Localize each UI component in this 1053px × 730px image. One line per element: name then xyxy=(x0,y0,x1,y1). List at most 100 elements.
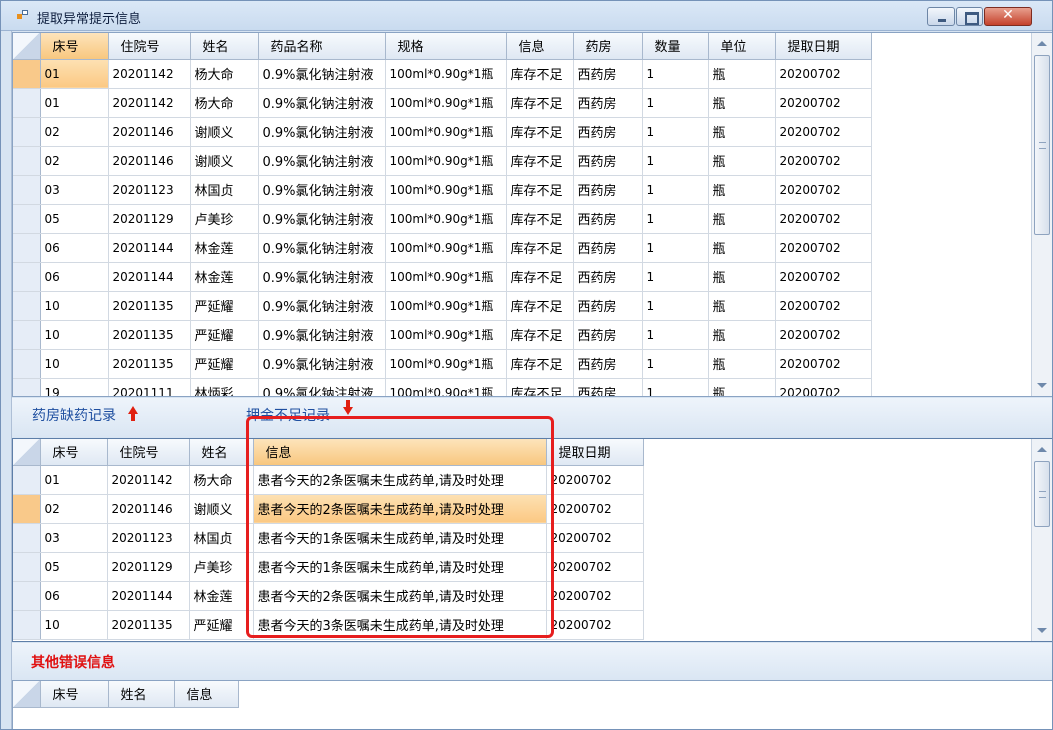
cell-pharmacy[interactable]: 西药房 xyxy=(573,204,643,234)
cell-admission-no[interactable]: 20201144 xyxy=(107,581,190,611)
cell-spec[interactable]: 100ml*0.90g*1瓶 xyxy=(385,349,507,379)
scroll-down-icon[interactable] xyxy=(1037,628,1047,633)
other-errors-grid[interactable]: 床号 姓名 信息 xyxy=(12,680,1052,729)
cell-name[interactable]: 林金莲 xyxy=(190,262,259,292)
cell-bed[interactable]: 05 xyxy=(40,552,108,582)
cell-unit[interactable]: 瓶 xyxy=(708,291,776,321)
cell-admission-no[interactable]: 20201123 xyxy=(107,523,190,553)
cell-info[interactable]: 库存不足 xyxy=(506,291,574,321)
row-header[interactable] xyxy=(13,88,41,118)
cell-bed[interactable]: 06 xyxy=(40,262,109,292)
cell-name[interactable]: 杨大命 xyxy=(190,59,259,89)
cell-unit[interactable]: 瓶 xyxy=(708,262,776,292)
row-header[interactable] xyxy=(13,291,41,321)
cell-name[interactable]: 谢顺义 xyxy=(189,494,254,524)
cell-name[interactable]: 林金莲 xyxy=(189,581,254,611)
cell-quantity[interactable]: 1 xyxy=(642,146,709,176)
cell-bed[interactable]: 10 xyxy=(40,349,109,379)
cell-date[interactable]: 20200702 xyxy=(775,320,872,350)
cell-quantity[interactable]: 1 xyxy=(642,320,709,350)
select-all-corner[interactable] xyxy=(13,681,41,708)
cell-drug-name[interactable]: 0.9%氯化钠注射液 xyxy=(258,146,386,176)
table-row[interactable]: 10 20201135 严延耀 患者今天的3条医嘱未生成药单,请及时处理 2020070… xyxy=(13,610,644,640)
cell-drug-name[interactable]: 0.9%氯化钠注射液 xyxy=(258,291,386,321)
cell-unit[interactable]: 瓶 xyxy=(708,175,776,205)
cell-name[interactable]: 林国贞 xyxy=(190,175,259,205)
col-header-pharmacy[interactable]: 药房 xyxy=(573,33,643,60)
table-row[interactable]: 01 20201142 杨大命 0.9%氯化钠注射液 100ml*0.90g*1瓶 库存不… xyxy=(13,59,872,89)
cell-name[interactable]: 严延耀 xyxy=(190,291,259,321)
row-header[interactable] xyxy=(13,523,41,553)
cell-name[interactable]: 卢美珍 xyxy=(190,204,259,234)
deposit-shortage-link[interactable]: 押金不足记录 xyxy=(246,405,330,425)
col-header-drug-name[interactable]: 药品名称 xyxy=(258,33,386,60)
col-header-name[interactable]: 姓名 xyxy=(190,33,259,60)
cell-date[interactable]: 20200702 xyxy=(546,465,644,495)
cell-drug-name[interactable]: 0.9%氯化钠注射液 xyxy=(258,204,386,234)
col-header-name[interactable]: 姓名 xyxy=(108,681,175,708)
select-all-corner[interactable] xyxy=(13,33,41,60)
cell-bed[interactable]: 03 xyxy=(40,523,108,553)
table-row[interactable]: 10 20201135 严延耀 0.9%氯化钠注射液 100ml*0.90g*1瓶 库存不… xyxy=(13,291,872,321)
cell-admission-no[interactable]: 20201142 xyxy=(107,465,190,495)
cell-admission-no[interactable]: 20201146 xyxy=(108,146,191,176)
cell-date[interactable]: 20200702 xyxy=(775,204,872,234)
cell-unit[interactable]: 瓶 xyxy=(708,88,776,118)
cell-date[interactable]: 20200702 xyxy=(775,291,872,321)
cell-bed[interactable]: 01 xyxy=(40,88,109,118)
table-row[interactable]: 02 20201146 谢顺义 患者今天的2条医嘱未生成药单,请及时处理 2020070… xyxy=(13,494,644,524)
cell-bed[interactable]: 10 xyxy=(40,291,109,321)
cell-info[interactable]: 患者今天的1条医嘱未生成药单,请及时处理 xyxy=(253,552,547,582)
cell-date[interactable]: 20200702 xyxy=(546,494,644,524)
col-header-date[interactable]: 提取日期 xyxy=(546,439,644,466)
cell-bed[interactable]: 01 xyxy=(40,465,108,495)
cell-admission-no[interactable]: 20201135 xyxy=(107,610,190,640)
cell-info[interactable]: 库存不足 xyxy=(506,88,574,118)
table-row[interactable]: 05 20201129 卢美珍 患者今天的1条医嘱未生成药单,请及时处理 2020070… xyxy=(13,552,644,582)
col-header-admission-no[interactable]: 住院号 xyxy=(107,439,190,466)
cell-info[interactable]: 患者今天的3条医嘱未生成药单,请及时处理 xyxy=(253,610,547,640)
cell-admission-no[interactable]: 20201144 xyxy=(108,262,191,292)
cell-admission-no[interactable]: 20201135 xyxy=(108,320,191,350)
cell-drug-name[interactable]: 0.9%氯化钠注射液 xyxy=(258,175,386,205)
cell-date[interactable]: 20200702 xyxy=(775,233,872,263)
cell-unit[interactable]: 瓶 xyxy=(708,378,776,396)
cell-date[interactable]: 20200702 xyxy=(775,146,872,176)
col-header-name[interactable]: 姓名 xyxy=(189,439,254,466)
cell-info[interactable]: 库存不足 xyxy=(506,59,574,89)
cell-info[interactable]: 库存不足 xyxy=(506,117,574,147)
cell-info[interactable]: 库存不足 xyxy=(506,146,574,176)
cell-admission-no[interactable]: 20201135 xyxy=(108,349,191,379)
cell-drug-name[interactable]: 0.9%氯化钠注射液 xyxy=(258,117,386,147)
cell-quantity[interactable]: 1 xyxy=(642,117,709,147)
cell-bed[interactable]: 06 xyxy=(40,233,109,263)
col-header-quantity[interactable]: 数量 xyxy=(642,33,709,60)
cell-quantity[interactable]: 1 xyxy=(642,204,709,234)
cell-spec[interactable]: 100ml*0.90g*1瓶 xyxy=(385,378,507,396)
cell-info[interactable]: 库存不足 xyxy=(506,349,574,379)
cell-spec[interactable]: 100ml*0.90g*1瓶 xyxy=(385,262,507,292)
table-row[interactable]: 01 20201142 杨大命 患者今天的2条医嘱未生成药单,请及时处理 2020070… xyxy=(13,465,644,495)
cell-name[interactable]: 杨大命 xyxy=(189,465,254,495)
cell-bed[interactable]: 02 xyxy=(40,117,109,147)
cell-info[interactable]: 库存不足 xyxy=(506,262,574,292)
cell-info[interactable]: 库存不足 xyxy=(506,233,574,263)
col-header-bed[interactable]: 床号 xyxy=(40,681,109,708)
table-row[interactable]: 19 20201111 林炳彩 0.9%氯化钠注射液 100ml*0.90g*1瓶 库存不… xyxy=(13,378,872,396)
cell-unit[interactable]: 瓶 xyxy=(708,117,776,147)
cell-date[interactable]: 20200702 xyxy=(775,262,872,292)
cell-pharmacy[interactable]: 西药房 xyxy=(573,117,643,147)
cell-date[interactable]: 20200702 xyxy=(775,117,872,147)
cell-bed[interactable]: 06 xyxy=(40,581,108,611)
cell-pharmacy[interactable]: 西药房 xyxy=(573,59,643,89)
cell-pharmacy[interactable]: 西药房 xyxy=(573,175,643,205)
cell-pharmacy[interactable]: 西药房 xyxy=(573,262,643,292)
cell-date[interactable]: 20200702 xyxy=(775,175,872,205)
cell-quantity[interactable]: 1 xyxy=(642,349,709,379)
cell-pharmacy[interactable]: 西药房 xyxy=(573,291,643,321)
table-row[interactable]: 06 20201144 林金莲 患者今天的2条医嘱未生成药单,请及时处理 2020070… xyxy=(13,581,644,611)
cell-pharmacy[interactable]: 西药房 xyxy=(573,88,643,118)
cell-pharmacy[interactable]: 西药房 xyxy=(573,378,643,396)
cell-info[interactable]: 库存不足 xyxy=(506,320,574,350)
scroll-thumb[interactable] xyxy=(1034,55,1050,235)
